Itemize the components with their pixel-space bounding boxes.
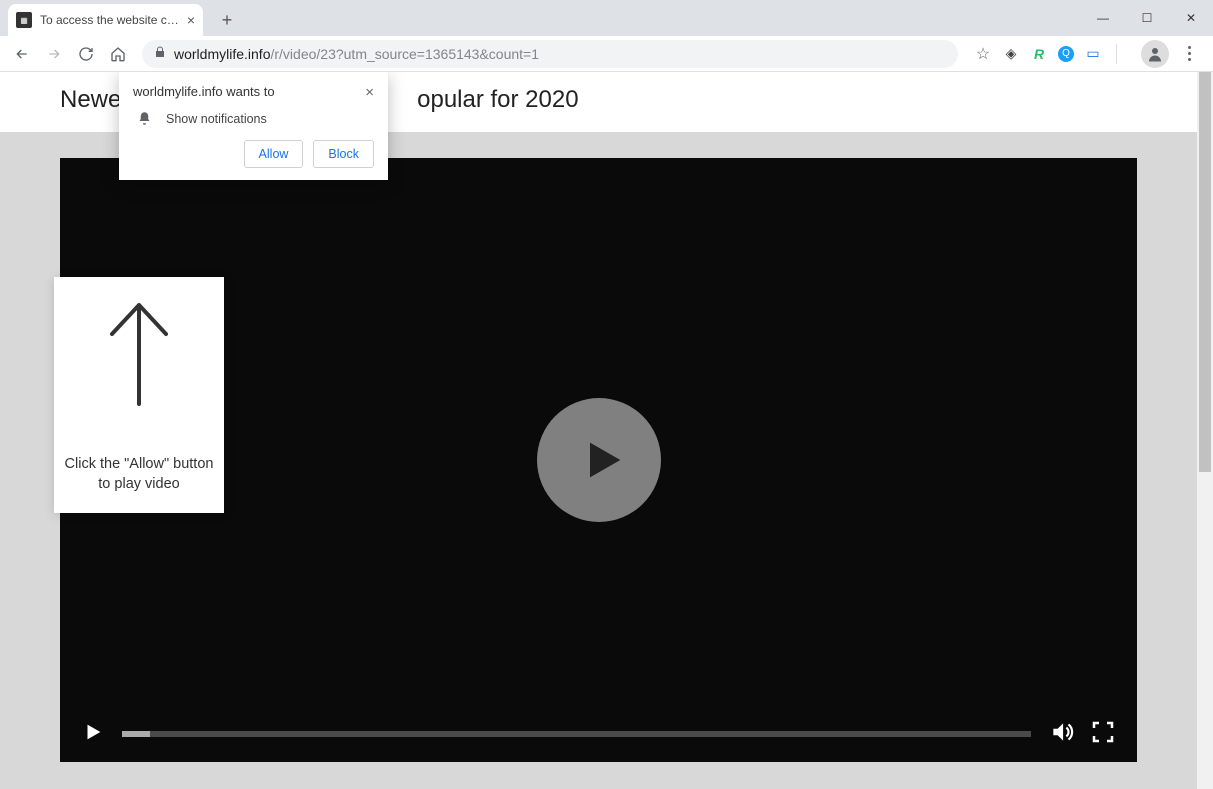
window-maximize-button[interactable]: ☐ xyxy=(1125,0,1169,36)
url-text: worldmylife.info/r/video/23?utm_source=1… xyxy=(174,46,539,62)
home-button[interactable] xyxy=(104,40,132,68)
allow-button[interactable]: Allow xyxy=(244,140,304,168)
tab-strip: ▦ To access the website click the "A × +… xyxy=(0,0,1213,36)
home-icon xyxy=(110,46,126,62)
back-button[interactable] xyxy=(8,40,36,68)
hint-text: Click the "Allow" button to play video xyxy=(64,454,214,495)
scrollbar-track[interactable] xyxy=(1197,72,1213,789)
volume-icon xyxy=(1049,719,1075,745)
extension-icon-4[interactable]: ▭ xyxy=(1084,45,1102,63)
scrollbar-thumb[interactable] xyxy=(1199,72,1211,472)
permission-close-button[interactable]: × xyxy=(365,84,374,101)
new-tab-button[interactable]: + xyxy=(213,6,241,34)
viewport: Newest ---------------------------------… xyxy=(0,72,1213,789)
arrow-left-icon xyxy=(14,46,30,62)
tab-title: To access the website click the "A xyxy=(40,13,179,27)
permission-item: Show notifications xyxy=(166,112,267,126)
progress-bar[interactable] xyxy=(122,731,1031,737)
bookmark-star-icon[interactable]: ☆ xyxy=(974,45,992,63)
profile-avatar-button[interactable] xyxy=(1141,40,1169,68)
video-controls xyxy=(60,706,1137,762)
window-close-button[interactable]: ✕ xyxy=(1169,0,1213,36)
permission-title: worldmylife.info wants to xyxy=(133,84,275,99)
extension-icon-3[interactable]: Q xyxy=(1058,46,1074,62)
reload-icon xyxy=(78,46,94,62)
browser-tab[interactable]: ▦ To access the website click the "A × xyxy=(8,4,203,36)
notification-permission-popup: worldmylife.info wants to × Show notific… xyxy=(119,72,388,180)
bell-icon xyxy=(137,111,152,126)
window-minimize-button[interactable]: — xyxy=(1081,0,1125,36)
hint-overlay: Click the "Allow" button to play video xyxy=(54,277,224,513)
browser-menu-button[interactable] xyxy=(1179,46,1199,61)
extension-icon-2[interactable]: R xyxy=(1030,45,1048,63)
controls-right xyxy=(1049,719,1115,750)
fullscreen-button[interactable] xyxy=(1091,720,1115,749)
reload-button[interactable] xyxy=(72,40,100,68)
progress-fill xyxy=(122,731,150,737)
forward-button[interactable] xyxy=(40,40,68,68)
toolbar-right: ☆ ◈ R Q ▭ xyxy=(968,40,1205,68)
window-controls: — ☐ ✕ xyxy=(1081,0,1213,36)
tab-favicon-icon: ▦ xyxy=(16,12,32,28)
arrow-up-icon xyxy=(104,299,174,409)
browser-toolbar: worldmylife.info/r/video/23?utm_source=1… xyxy=(0,36,1213,72)
extension-icon-1[interactable]: ◈ xyxy=(1002,45,1020,63)
arrow-right-icon xyxy=(46,46,62,62)
lock-icon xyxy=(154,46,166,61)
tab-close-icon[interactable]: × xyxy=(187,12,195,28)
address-bar[interactable]: worldmylife.info/r/video/23?utm_source=1… xyxy=(142,40,958,68)
separator xyxy=(1116,44,1117,64)
volume-button[interactable] xyxy=(1049,719,1075,750)
person-icon xyxy=(1146,45,1164,63)
play-button[interactable] xyxy=(82,721,104,748)
play-icon xyxy=(577,434,629,486)
play-small-icon xyxy=(82,721,104,743)
fullscreen-icon xyxy=(1091,720,1115,744)
big-play-button[interactable] xyxy=(537,398,661,522)
block-button[interactable]: Block xyxy=(313,140,374,168)
